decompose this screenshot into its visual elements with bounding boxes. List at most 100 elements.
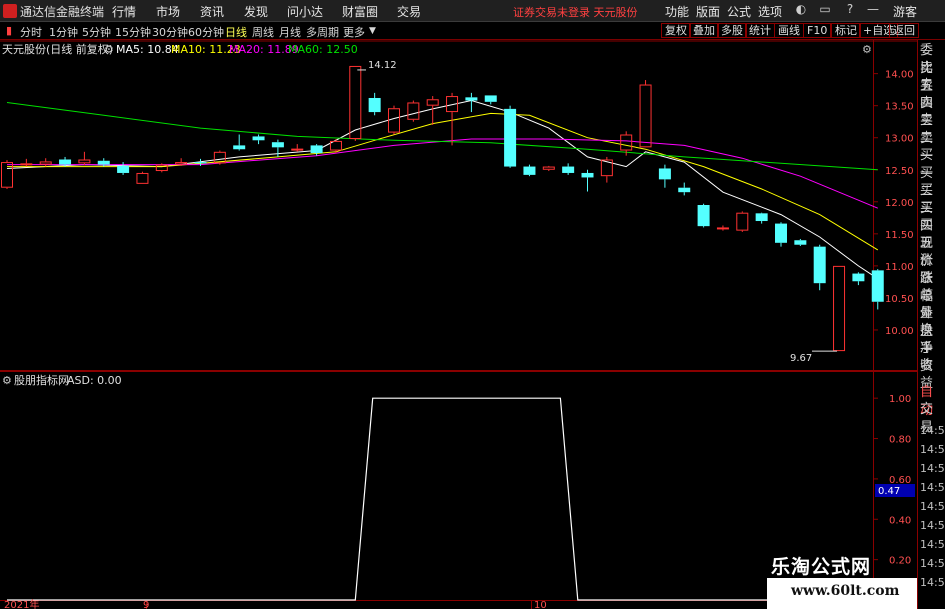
ma10-line bbox=[7, 112, 879, 251]
more-dropdown-icon[interactable]: ▼ bbox=[369, 26, 376, 36]
candle bbox=[252, 134, 265, 145]
f10-button[interactable]: F10 bbox=[803, 23, 832, 38]
candle-body bbox=[20, 163, 33, 166]
y-tick-label: 13.50 bbox=[885, 102, 914, 113]
tab-1min[interactable]: 1分钟 bbox=[49, 24, 78, 40]
candle bbox=[794, 238, 807, 247]
trade-time: 14:56 bbox=[920, 424, 945, 437]
candle-body bbox=[349, 65, 362, 139]
draw-line-button[interactable]: 画线 bbox=[774, 23, 804, 38]
menu-wenxiaoda[interactable]: 问小达 bbox=[287, 3, 323, 20]
user-guest[interactable]: 游客 bbox=[893, 3, 917, 20]
candle-body bbox=[97, 160, 110, 165]
watermark-url: www.60lt.com bbox=[791, 583, 900, 599]
menu-xuanxiang[interactable]: 选项 bbox=[758, 3, 782, 20]
y-tick-label: 12.00 bbox=[885, 198, 914, 209]
candle-body bbox=[523, 166, 536, 175]
menu-gongneng[interactable]: 功能 bbox=[665, 3, 689, 20]
ma5-line bbox=[6, 99, 879, 280]
candle bbox=[233, 134, 246, 151]
tab-monthly[interactable]: 月线 bbox=[279, 24, 301, 40]
candle-body bbox=[271, 142, 284, 148]
candle-body bbox=[194, 162, 207, 164]
tab-multi-period[interactable]: 多周期 bbox=[306, 24, 339, 40]
watermark-title: 乐淘公式网 bbox=[771, 556, 872, 578]
candle-body bbox=[716, 227, 729, 230]
menu-banmian[interactable]: 版面 bbox=[696, 3, 720, 20]
candle-body bbox=[736, 212, 749, 231]
tab-5min[interactable]: 5分钟 bbox=[82, 24, 111, 40]
minimize-icon[interactable]: — bbox=[866, 2, 880, 18]
candle bbox=[562, 163, 575, 175]
tab-daily[interactable]: 日线 bbox=[225, 24, 247, 40]
multi-stock-button[interactable]: 多股 bbox=[717, 23, 747, 38]
skin-icon[interactable]: ◐ bbox=[794, 2, 808, 18]
app-logo-icon bbox=[3, 4, 17, 18]
candle-body bbox=[233, 145, 246, 150]
trade-time: 14:56 bbox=[920, 443, 945, 456]
tab-weekly[interactable]: 周线 bbox=[252, 24, 274, 40]
candle bbox=[755, 212, 768, 224]
menu-hangqing[interactable]: 行情 bbox=[112, 3, 136, 20]
ind-y-tick-label: 1.00 bbox=[889, 394, 911, 405]
candle-body bbox=[310, 145, 323, 154]
menu-gongshi[interactable]: 公式 bbox=[727, 3, 751, 20]
candle bbox=[697, 203, 710, 228]
menu-shichang[interactable]: 市场 bbox=[156, 3, 180, 20]
candle-body bbox=[407, 102, 420, 120]
indicator-settings-icon[interactable]: ⚙ bbox=[2, 374, 12, 387]
tab-more[interactable]: 更多 bbox=[343, 24, 365, 40]
candle-body bbox=[484, 95, 497, 102]
tab-60min[interactable]: 60分钟 bbox=[188, 24, 224, 40]
mark-button[interactable]: 标记 bbox=[831, 23, 861, 38]
back-button[interactable]: 返回 bbox=[889, 23, 919, 38]
candle bbox=[504, 105, 517, 168]
candle bbox=[658, 164, 671, 188]
help-icon[interactable]: ? bbox=[843, 2, 857, 18]
restore-icon[interactable]: ▭ bbox=[818, 2, 832, 18]
candle-body bbox=[562, 166, 575, 173]
fuquan-button[interactable]: 复权 bbox=[661, 23, 691, 38]
menu-jiaoyi[interactable]: 交易 bbox=[397, 3, 421, 20]
tab-fenshi[interactable]: 分时 bbox=[20, 24, 42, 40]
candle bbox=[39, 158, 52, 167]
quote-side-panel: 委比 卖五 卖四 卖三 卖二 卖一 买一 买二 买三 买四 买五 现价 涨跌 涨幅 总量 外盘 换手 净资 收益 自动… bbox=[917, 40, 945, 609]
candle bbox=[523, 164, 536, 177]
main-window-controls: ⚙ bbox=[862, 43, 872, 56]
ma5-value: MA5: 10.84 bbox=[116, 43, 179, 56]
candle-body bbox=[39, 161, 52, 165]
overlay-button[interactable]: 叠加 bbox=[689, 23, 719, 38]
statistics-button[interactable]: 统计 bbox=[745, 23, 775, 38]
tab-15min[interactable]: 15分钟 bbox=[115, 24, 151, 40]
indicator-name[interactable]: 股朋指标网 bbox=[14, 373, 69, 387]
candle-body bbox=[775, 223, 787, 243]
stock-title[interactable]: 天元股份(日线 前复权) bbox=[2, 42, 113, 56]
trade-login-warning[interactable]: 证券交易未登录 天元股份 bbox=[513, 4, 638, 20]
y-tick-label: 11.50 bbox=[885, 230, 914, 241]
ind-y-tick-label: 0.40 bbox=[889, 515, 911, 526]
chart-settings-icon[interactable]: ⚙ bbox=[862, 43, 872, 56]
candle-body bbox=[794, 240, 807, 245]
stock-switch-icon[interactable]: ▮ bbox=[6, 24, 12, 37]
candle bbox=[136, 171, 149, 184]
menu-faxian[interactable]: 发现 bbox=[244, 3, 268, 20]
candle bbox=[20, 158, 33, 167]
candle bbox=[465, 92, 478, 113]
y-tick-label: 14.00 bbox=[885, 70, 914, 81]
menu-caifuquan[interactable]: 财富圈 bbox=[342, 3, 378, 20]
menu-zixun[interactable]: 资讯 bbox=[200, 3, 224, 20]
candle bbox=[117, 162, 130, 175]
app-name: 通达信金融终端 bbox=[20, 5, 105, 19]
low-price-annotation: 9.67 bbox=[790, 353, 812, 364]
period-toolbar: ▮ 分时 1分钟 5分钟 15分钟 30分钟 60分钟 日线 周线 月线 多周期… bbox=[0, 22, 945, 40]
tab-30min[interactable]: 30分钟 bbox=[152, 24, 188, 40]
kline-chart[interactable]: 14.00 13.50 13.00 12.50 12.00 11.50 11.00 10.50… bbox=[0, 40, 917, 370]
asd-line bbox=[7, 397, 888, 601]
ma-settings-icon[interactable]: ⚙ bbox=[104, 43, 114, 56]
candle-body bbox=[658, 168, 671, 180]
candle bbox=[716, 225, 729, 231]
candle bbox=[813, 244, 826, 291]
trade-time: 14:56 bbox=[920, 557, 945, 570]
candle-body bbox=[852, 273, 865, 282]
xaxis-label-oct: 10 bbox=[534, 600, 547, 609]
